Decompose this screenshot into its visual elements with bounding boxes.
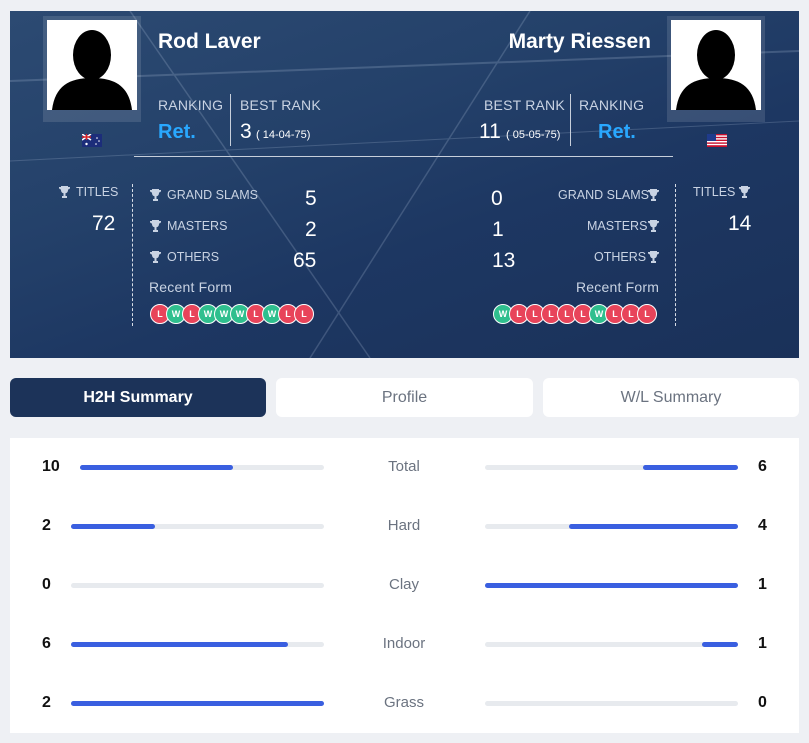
player1-h2h-value: 2 xyxy=(42,694,51,711)
player1-masters-label: MASTERS xyxy=(167,219,228,233)
h2h-category-label: Total xyxy=(388,458,420,475)
player2-best-rank-value: 11 xyxy=(479,120,501,143)
player2-best-rank-label: BEST RANK xyxy=(484,97,565,113)
player1-best-rank-value: 3 xyxy=(240,120,252,143)
divider xyxy=(132,184,133,326)
player1-avatar[interactable] xyxy=(47,20,137,110)
trophy-icon xyxy=(648,220,659,232)
player2-avatar-frame xyxy=(667,16,765,122)
player1-avatar-frame xyxy=(43,16,141,122)
player1-best-rank-label: BEST RANK xyxy=(240,97,321,113)
player2-ranking-label: RANKING xyxy=(579,97,645,113)
divider xyxy=(570,94,571,146)
player1-h2h-bar xyxy=(71,701,324,706)
player1-grand-slams-value: 5 xyxy=(305,187,317,210)
divider xyxy=(230,94,231,146)
trophy-icon xyxy=(150,251,161,263)
trophy-icon xyxy=(150,189,161,201)
player1-titles-label: TITLES xyxy=(76,185,119,199)
player2-h2h-value: 1 xyxy=(758,635,767,652)
person-silhouette-icon xyxy=(671,20,761,110)
player1-h2h-value: 2 xyxy=(42,517,51,534)
player1-h2h-bar xyxy=(71,524,324,529)
player2-h2h-value: 4 xyxy=(758,517,767,534)
h2h-row-clay: 0 Clay 1 xyxy=(10,570,799,600)
player2-h2h-bar xyxy=(485,642,738,647)
player1-h2h-bar xyxy=(71,583,324,588)
player1-best-rank-date: ( 14-04-75) xyxy=(256,129,311,141)
player2-best-rank-date: ( 05-05-75) xyxy=(506,129,561,141)
player2-recent-form: WLLLLLWLLL xyxy=(493,304,657,324)
h2h-category-label: Hard xyxy=(387,517,421,534)
player2-form-badge[interactable]: L xyxy=(637,304,657,324)
player2-titles-value: 14 xyxy=(728,212,752,235)
player2-h2h-bar-fill xyxy=(701,642,738,647)
usa-flag-icon xyxy=(707,134,727,147)
h2h-summary-panel: 10 Total 6 2 Hard 4 0 Clay 1 6 Indoor 1 2 Grass 0 xyxy=(10,438,799,733)
h2h-row-grass: 2 Grass 0 xyxy=(10,688,799,718)
player1-h2h-value: 6 xyxy=(42,635,51,652)
tab-wl-summary[interactable]: W/L Summary xyxy=(543,378,799,417)
player2-h2h-value: 1 xyxy=(758,576,767,593)
player2-masters-label: MASTERS xyxy=(587,219,648,233)
player2-h2h-bar xyxy=(485,583,738,588)
player2-h2h-bar-fill xyxy=(569,524,738,529)
player2-ranking-value: Ret. xyxy=(598,121,636,143)
player2-titles-label: TITLES xyxy=(693,185,736,199)
tab-h2h-summary[interactable]: H2H Summary xyxy=(10,378,266,417)
player1-ranking-label: RANKING xyxy=(158,97,224,113)
player1-h2h-bar-fill xyxy=(71,642,288,647)
divider xyxy=(675,184,676,326)
trophy-icon xyxy=(150,220,161,232)
tab-profile[interactable]: Profile xyxy=(276,378,533,417)
player1-h2h-bar-fill xyxy=(80,465,233,470)
player2-h2h-value: 0 xyxy=(758,694,767,711)
player1-form-badge[interactable]: L xyxy=(294,304,314,324)
trophy-icon xyxy=(648,251,659,263)
player2-others-value: 13 xyxy=(492,249,516,272)
player1-recent-form: LWLWWWLWLL xyxy=(150,304,314,324)
player1-masters-value: 2 xyxy=(305,218,317,241)
trophy-icon xyxy=(739,186,750,198)
player1-h2h-bar xyxy=(71,642,324,647)
player1-others-value: 65 xyxy=(293,249,317,272)
h2h-row-hard: 2 Hard 4 xyxy=(10,511,799,541)
player2-grand-slams-label: GRAND SLAMS xyxy=(558,188,649,202)
australia-flag-icon xyxy=(82,134,102,147)
player2-grand-slams-value: 0 xyxy=(491,187,503,210)
player1-others-label: OTHERS xyxy=(167,250,220,264)
player1-grand-slams-label: GRAND SLAMS xyxy=(167,188,258,202)
player1-h2h-bar-fill xyxy=(71,701,324,706)
player2-avatar[interactable] xyxy=(671,20,761,110)
h2h-row-total: 10 Total 6 xyxy=(10,452,799,482)
player2-others-label: OTHERS xyxy=(594,250,647,264)
player2-recent-form-label: Recent Form xyxy=(576,279,660,295)
h2h-category-label: Clay xyxy=(388,576,419,593)
player2-h2h-value: 6 xyxy=(758,458,767,475)
person-silhouette-icon xyxy=(47,20,137,110)
player1-ranking-value: Ret. xyxy=(158,121,196,143)
player1-name[interactable]: Rod Laver xyxy=(158,30,261,54)
trophy-icon xyxy=(59,186,70,198)
player1-recent-form-label: Recent Form xyxy=(149,279,233,295)
player1-h2h-bar xyxy=(80,465,324,470)
h2h-category-label: Grass xyxy=(383,694,424,711)
player2-name[interactable]: Marty Riessen xyxy=(509,30,651,54)
player1-titles-value: 72 xyxy=(92,212,116,235)
player2-masters-value: 1 xyxy=(492,218,504,241)
player1-h2h-value: 10 xyxy=(42,458,60,475)
player2-h2h-bar xyxy=(485,465,738,470)
player1-h2h-value: 0 xyxy=(42,576,51,593)
trophy-icon xyxy=(648,189,659,201)
player2-h2h-bar-fill xyxy=(485,583,738,588)
header-divider xyxy=(134,156,673,157)
player2-h2h-bar xyxy=(485,524,738,529)
player-comparison-header: Rod Laver RANKING Ret. BEST RANK 3 ( 14-… xyxy=(10,11,799,358)
player2-h2h-bar-fill xyxy=(643,465,738,470)
h2h-row-indoor: 6 Indoor 1 xyxy=(10,629,799,659)
player1-h2h-bar-fill xyxy=(71,524,156,529)
player2-h2h-bar xyxy=(485,701,738,706)
h2h-category-label: Indoor xyxy=(382,635,426,652)
